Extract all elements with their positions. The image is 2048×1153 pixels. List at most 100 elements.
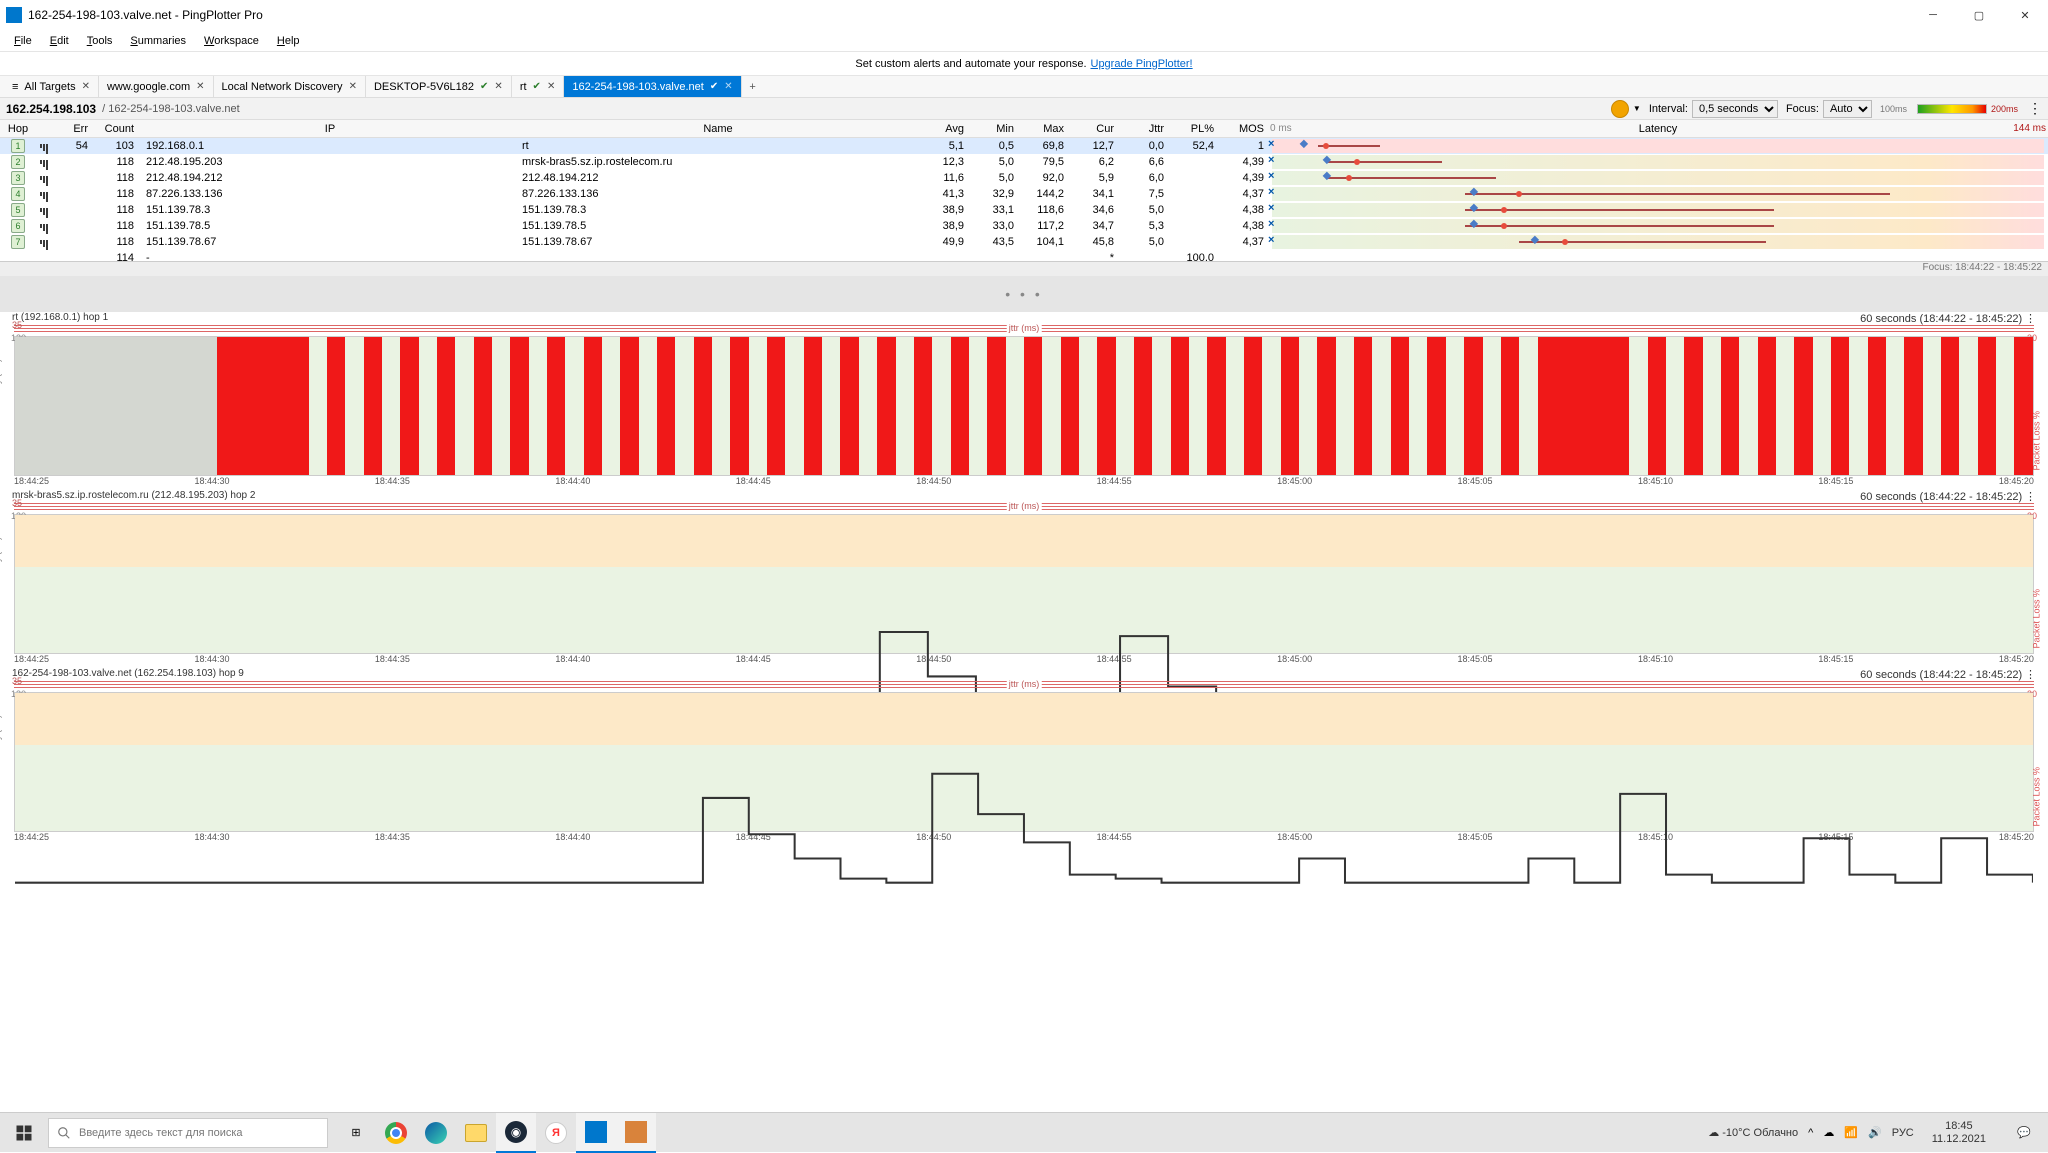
menu-tools[interactable]: Tools (79, 33, 121, 49)
table-row[interactable]: 3 118 212.48.194.212 212.48.194.212 11,6… (0, 170, 2048, 186)
onedrive-icon[interactable]: ☁ (1823, 1126, 1834, 1139)
close-tab-icon[interactable]: ✕ (196, 81, 204, 92)
table-row[interactable]: 2 118 212.48.195.203 mrsk-bras5.sz.ip.ro… (0, 154, 2048, 170)
focus-label: Focus: (1786, 103, 1819, 115)
graph3-plot[interactable]: 130 30 Latency (ms) Packet Loss % (14, 692, 2034, 832)
col-latency[interactable]: 0 ms Latency 144 ms (1268, 123, 2048, 135)
target-name: / 162-254-198-103.valve.net (102, 103, 240, 115)
game-icon[interactable] (616, 1113, 656, 1153)
col-avg[interactable]: Avg (918, 123, 968, 135)
close-tab-icon[interactable]: ✕ (349, 81, 357, 92)
latency-marker-icon: × (1268, 140, 1276, 148)
edge-icon[interactable] (416, 1113, 456, 1153)
upgrade-link[interactable]: Upgrade PingPlotter! (1091, 58, 1193, 70)
col-max[interactable]: Max (1018, 123, 1068, 135)
graph2-title: mrsk-bras5.sz.ip.rostelecom.ru (212.48.1… (12, 490, 255, 501)
menu-help[interactable]: Help (269, 33, 308, 49)
table-row[interactable]: 5 118 151.139.78.3 151.139.78.3 38,9 33,… (0, 202, 2048, 218)
check-icon: ✔ (533, 81, 541, 92)
hop-expand-icon[interactable]: 2 (11, 155, 25, 169)
pingplotter-taskbar-icon[interactable] (576, 1113, 616, 1153)
menu-file[interactable]: File (6, 33, 40, 49)
menu-workspace[interactable]: Workspace (196, 33, 267, 49)
table-row[interactable]: 6 118 151.139.78.5 151.139.78.5 38,9 33,… (0, 218, 2048, 234)
explorer-icon[interactable] (456, 1113, 496, 1153)
graph2-plot[interactable]: 130 30 Latency (ms) Packet Loss % (14, 514, 2034, 654)
table-row[interactable]: 4 118 87.226.133.136 87.226.133.136 41,3… (0, 186, 2048, 202)
col-hop[interactable]: Hop (0, 123, 36, 135)
tab-2[interactable]: Local Network Discovery✕ (214, 76, 366, 97)
signal-icon (40, 160, 48, 170)
tab-4[interactable]: rt✔✕ (512, 76, 565, 97)
latency-marker-icon: × (1268, 204, 1276, 212)
graph1-jitter-band: 35 jttr (ms) (14, 324, 2034, 334)
task-view-icon[interactable]: ⊞ (336, 1113, 376, 1153)
clock[interactable]: 18:4511.12.2021 (1924, 1120, 1994, 1146)
menu-summaries[interactable]: Summaries (122, 33, 194, 49)
col-mos[interactable]: MOS (1218, 123, 1268, 135)
tab-0[interactable]: ≡All Targets✕ (4, 76, 99, 97)
hop-expand-icon[interactable]: 7 (11, 235, 25, 249)
record-dropdown-icon[interactable]: ▼ (1633, 104, 1641, 113)
target-ip: 162.254.198.103 (6, 102, 96, 116)
tab-1[interactable]: www.google.com✕ (99, 76, 214, 97)
table-row[interactable]: 7 118 151.139.78.67 151.139.78.67 49,9 4… (0, 234, 2048, 250)
menu-edit[interactable]: Edit (42, 33, 77, 49)
tray-chevron-icon[interactable]: ^ (1808, 1127, 1813, 1139)
col-name[interactable]: Name (518, 123, 918, 135)
start-button[interactable] (0, 1113, 48, 1153)
steam-icon[interactable]: ◉ (496, 1113, 536, 1153)
graph-hop1: rt (192.168.0.1) hop 1 60 seconds (18:44… (0, 312, 2048, 490)
minimize-button[interactable]: ─ (1910, 0, 1956, 30)
col-jttr[interactable]: Jttr (1118, 123, 1168, 135)
add-tab-button[interactable]: + (742, 76, 764, 97)
title-bar: 162-254-198-103.valve.net - PingPlotter … (0, 0, 2048, 30)
graph3-menu-icon[interactable]: ⋮ (2025, 669, 2036, 681)
network-icon[interactable]: 📶 (1844, 1126, 1858, 1139)
graph1-menu-icon[interactable]: ⋮ (2025, 313, 2036, 325)
hop-expand-icon[interactable]: 5 (11, 203, 25, 217)
hop-expand-icon[interactable]: 1 (11, 139, 25, 153)
close-tab-icon[interactable]: ✕ (82, 81, 90, 92)
graph2-menu-icon[interactable]: ⋮ (2025, 491, 2036, 503)
interval-label: Interval: (1649, 103, 1688, 115)
tabs-bar: ≡All Targets✕www.google.com✕Local Networ… (0, 76, 2048, 98)
col-min[interactable]: Min (968, 123, 1018, 135)
col-err[interactable]: Err (56, 123, 92, 135)
weather-widget[interactable]: ☁ -10°C Облачно (1708, 1126, 1798, 1139)
search-box[interactable]: Введите здесь текст для поиска (48, 1118, 328, 1148)
close-tab-icon[interactable]: ✕ (494, 81, 502, 92)
taskbar: Введите здесь текст для поиска ⊞ ◉ Я ☁ -… (0, 1112, 2048, 1152)
hop-expand-icon[interactable]: 6 (11, 219, 25, 233)
col-ip[interactable]: IP (138, 123, 518, 135)
tab-5[interactable]: 162-254-198-103.valve.net✔✕ (564, 76, 741, 97)
interval-select[interactable]: 0,5 seconds (1692, 100, 1778, 118)
yandex-icon[interactable]: Я (536, 1113, 576, 1153)
language-indicator[interactable]: РУС (1892, 1127, 1914, 1139)
col-count[interactable]: Count (92, 123, 138, 135)
focus-select[interactable]: Auto (1823, 100, 1872, 118)
graph1-plot[interactable]: 130 30 Latency (ms) Packet Loss % (14, 336, 2034, 476)
hop-expand-icon[interactable]: 3 (11, 171, 25, 185)
close-button[interactable]: ✕ (2002, 0, 2048, 30)
table-row[interactable]: 1 54 103 192.168.0.1 rt 5,1 0,5 69,8 12,… (0, 138, 2048, 154)
col-pl[interactable]: PL% (1168, 123, 1218, 135)
chrome-icon[interactable] (376, 1113, 416, 1153)
signal-icon (40, 240, 48, 250)
graph-hop2: mrsk-bras5.sz.ip.rostelecom.ru (212.48.1… (0, 490, 2048, 668)
table-row[interactable]: 114 - * 100,0 (0, 250, 2048, 262)
tab-3[interactable]: DESKTOP-5V6L182✔✕ (366, 76, 512, 97)
close-tab-icon[interactable]: ✕ (547, 81, 555, 92)
maximize-button[interactable]: ▢ (1956, 0, 2002, 30)
target-bar: 162.254.198.103 / 162-254-198-103.valve.… (0, 98, 2048, 120)
record-button[interactable] (1611, 100, 1629, 118)
settings-icon[interactable]: ⋮ (2028, 100, 2042, 117)
signal-icon (40, 176, 48, 186)
close-tab-icon[interactable]: ✕ (724, 81, 732, 92)
splitter-handle[interactable]: • • • (0, 276, 2048, 312)
notifications-icon[interactable]: 💬 (2004, 1113, 2044, 1153)
graph1-title: rt (192.168.0.1) hop 1 (12, 312, 108, 323)
hop-expand-icon[interactable]: 4 (11, 187, 25, 201)
volume-icon[interactable]: 🔊 (1868, 1126, 1882, 1139)
col-cur[interactable]: Cur (1068, 123, 1118, 135)
